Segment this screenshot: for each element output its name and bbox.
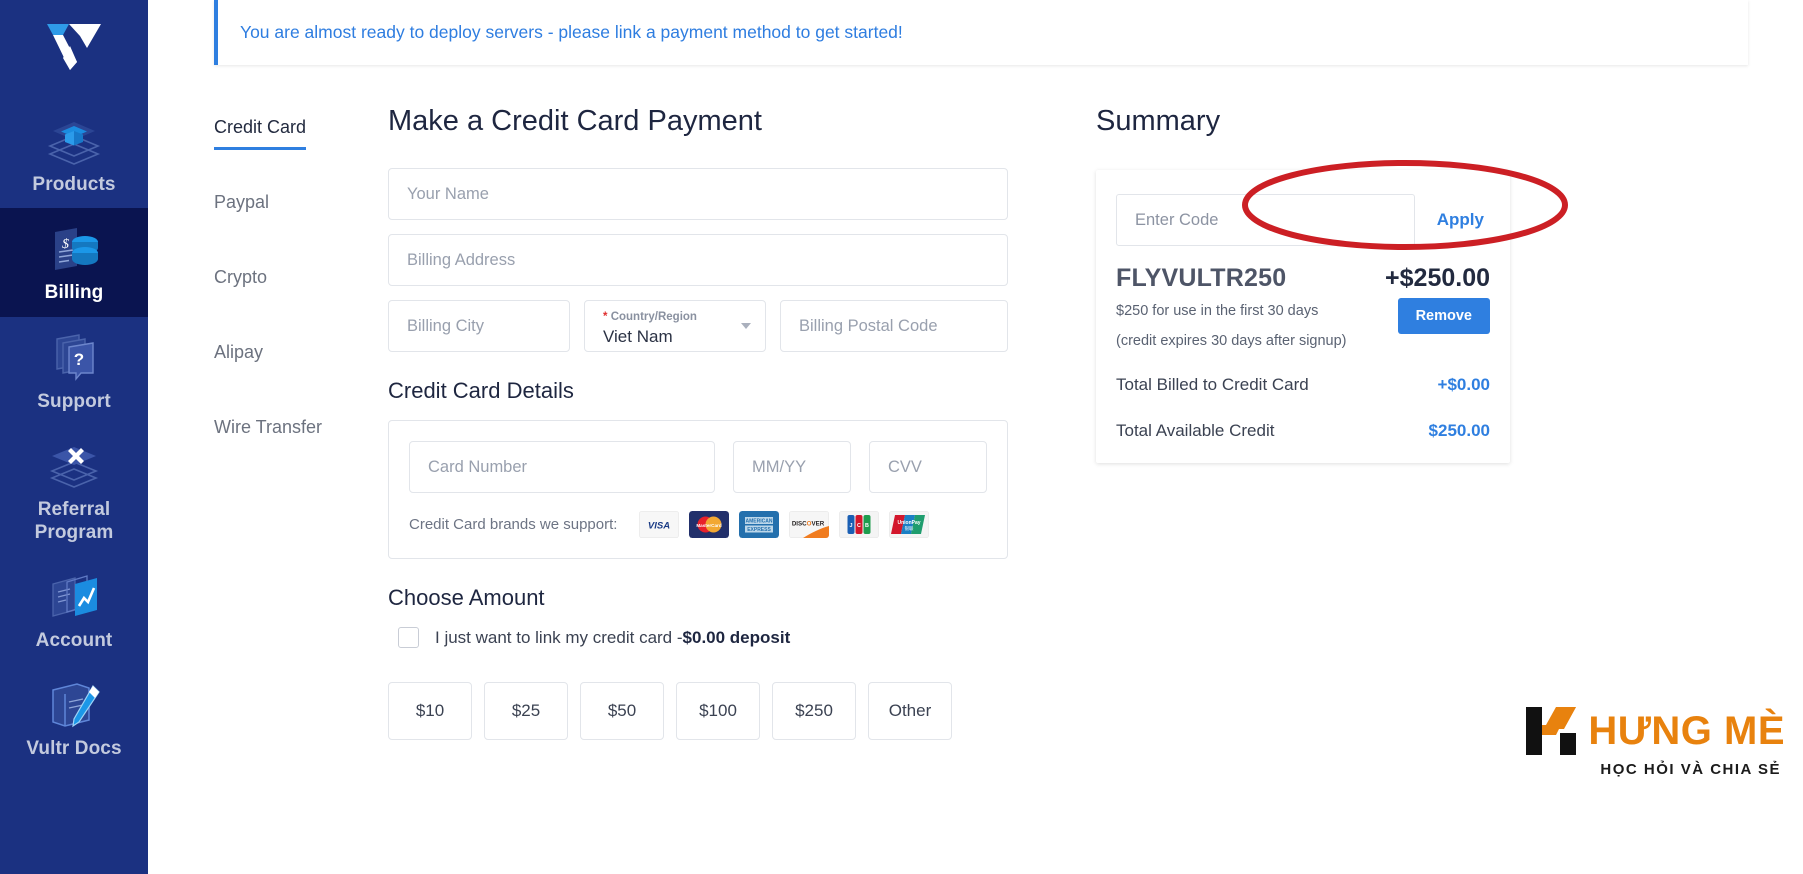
tab-crypto[interactable]: Crypto [214,267,267,300]
promo-expiry-note: (credit expires 30 days after signup) [1116,333,1347,349]
link-card-deposit: $0.00 deposit [682,627,791,647]
country-region-label: * Country/Region [603,311,697,324]
sidebar-item-label: Products [32,174,116,195]
amount-button-10[interactable]: $10 [388,682,472,740]
total-billed-value: +$0.00 [1437,375,1490,394]
card-cvv-input[interactable]: CVV [869,441,987,493]
link-card-label: I just want to link my credit card -$0.0… [435,628,790,648]
unionpay-icon: UnionPay 银联 [889,511,930,538]
page-title: Make a Credit Card Payment [388,105,762,137]
sidebar-item-account[interactable]: Account [0,556,148,664]
link-card-checkbox[interactable] [398,627,419,648]
jcb-icon: J C B [839,511,880,538]
chevron-down-icon [741,323,751,329]
svg-text:DISCOVER: DISCOVER [792,521,825,528]
visa-icon: VISA [639,511,680,538]
choose-amount-title: Choose Amount [388,585,545,610]
billing-address-input[interactable]: Billing Address [388,234,1008,286]
amount-button-25[interactable]: $25 [484,682,568,740]
amount-button-other[interactable]: Other [868,682,952,740]
tab-wire-transfer[interactable]: Wire Transfer [214,417,322,450]
summary-title: Summary [1096,105,1221,137]
brands-label: Credit Card brands we support: [409,516,618,533]
vultr-logo[interactable] [39,18,109,74]
svg-text:?: ? [74,350,84,369]
svg-text:C: C [857,523,861,529]
card-inputs-row: Card Number MM/YY CVV [409,441,987,493]
card-details-box: Card Number MM/YY CVV Credit Card brands… [388,420,1008,559]
tab-paypal[interactable]: Paypal [214,192,269,225]
svg-text:B: B [865,523,869,529]
promo-amount: +$250.00 [1385,264,1490,292]
promo-header: FLYVULTR250 +$250.00 [1116,264,1490,293]
sidebar-item-billing[interactable]: $ Billing [0,208,148,317]
total-credit-row: Total Available Credit $250.00 [1116,421,1490,441]
invoice-coins-icon: $ [43,222,105,276]
main-content: You are almost ready to deploy servers -… [148,0,1803,874]
sidebar: Products $ Billing ? Support Referral Pr… [0,0,148,874]
svg-text:$: $ [62,237,69,252]
layers-x-icon [43,439,105,493]
svg-text:EXPRESS: EXPRESS [748,527,772,533]
sidebar-item-label: Account [35,630,113,652]
app-root: Products $ Billing ? Support Referral Pr… [0,0,1803,874]
required-asterisk: * [603,311,608,324]
total-billed-label: Total Billed to Credit Card [1116,375,1309,394]
sidebar-item-label: Referral Program [34,499,114,543]
amount-button-100[interactable]: $100 [676,682,760,740]
payment-page-content: Credit Card Paypal Crypto Alipay Wire Tr… [148,65,1803,740]
summary-panel: Summary Enter Code Apply FLYVULTR250 +$2… [1008,105,1803,740]
amount-button-50[interactable]: $50 [580,682,664,740]
summary-card: Enter Code Apply FLYVULTR250 +$250.00 $2… [1096,170,1510,463]
alert-banner-wrap: You are almost ready to deploy servers -… [148,0,1803,65]
card-expiry-input[interactable]: MM/YY [733,441,851,493]
sidebar-item-support[interactable]: ? Support [0,317,148,425]
payment-method-tabs: Credit Card Paypal Crypto Alipay Wire Tr… [148,105,388,740]
svg-text:AMERICAN: AMERICAN [746,519,773,525]
enter-code-input[interactable]: Enter Code [1116,194,1415,246]
sidebar-item-label: Support [37,390,111,412]
credit-card-details-title: Credit Card Details [388,378,574,403]
book-pencil-icon [43,678,105,732]
svg-text:银联: 银联 [905,525,914,532]
total-credit-label: Total Available Credit [1116,421,1275,440]
country-region-value: Viet Nam [603,326,673,346]
svg-text:J: J [850,523,853,529]
remove-promo-button[interactable]: Remove [1397,298,1490,334]
billing-city-input[interactable]: Billing City [388,300,570,352]
link-card-checkbox-row: I just want to link my credit card -$0.0… [398,627,1008,648]
card-number-input[interactable]: Card Number [409,441,715,493]
total-billed-row: Total Billed to Credit Card +$0.00 [1116,375,1490,395]
sidebar-item-label: Vultr Docs [26,738,122,760]
amount-buttons: $10 $25 $50 $100 $250 Other [388,682,1008,740]
country-region-select[interactable]: * Country/Region Viet Nam [584,300,766,352]
svg-text:MasterCard: MasterCard [697,523,722,528]
tab-alipay[interactable]: Alipay [214,342,263,375]
payment-method-alert: You are almost ready to deploy servers -… [214,0,1748,65]
watermark-subtitle: HỌC HỎI VÀ CHIA SẺ [1600,761,1781,778]
total-credit-value: $250.00 [1428,421,1490,440]
sidebar-item-referral-program[interactable]: Referral Program [0,425,148,556]
credit-card-form: Make a Credit Card Payment Your Name Bil… [388,105,1008,740]
billing-location-row: Billing City * Country/Region Viet Nam B… [388,300,1008,352]
mastercard-icon: MasterCard [689,511,730,538]
layers-question-icon: ? [43,331,105,385]
documents-chart-icon [43,570,105,624]
sidebar-item-vultr-docs[interactable]: Vultr Docs [0,664,148,772]
supported-brands-row: Credit Card brands we support: VISA Mast… [409,511,987,538]
your-name-input[interactable]: Your Name [388,168,1008,220]
promo-code-row: Enter Code Apply [1116,194,1490,246]
sidebar-item-label: Billing [44,282,104,304]
link-card-text: I just want to link my credit card - [435,627,683,647]
american-express-icon: AMERICAN EXPRESS [739,511,780,538]
sidebar-item-products[interactable]: Products [0,100,148,208]
discover-icon: DISCOVER [789,511,830,538]
amount-button-250[interactable]: $250 [772,682,856,740]
layers-cube-icon [43,114,105,168]
tab-credit-card[interactable]: Credit Card [214,117,307,150]
svg-text:VISA: VISA [648,521,670,532]
billing-postal-code-input[interactable]: Billing Postal Code [780,300,1008,352]
apply-code-button[interactable]: Apply [1431,206,1490,234]
promo-code-value: FLYVULTR250 [1116,264,1287,292]
